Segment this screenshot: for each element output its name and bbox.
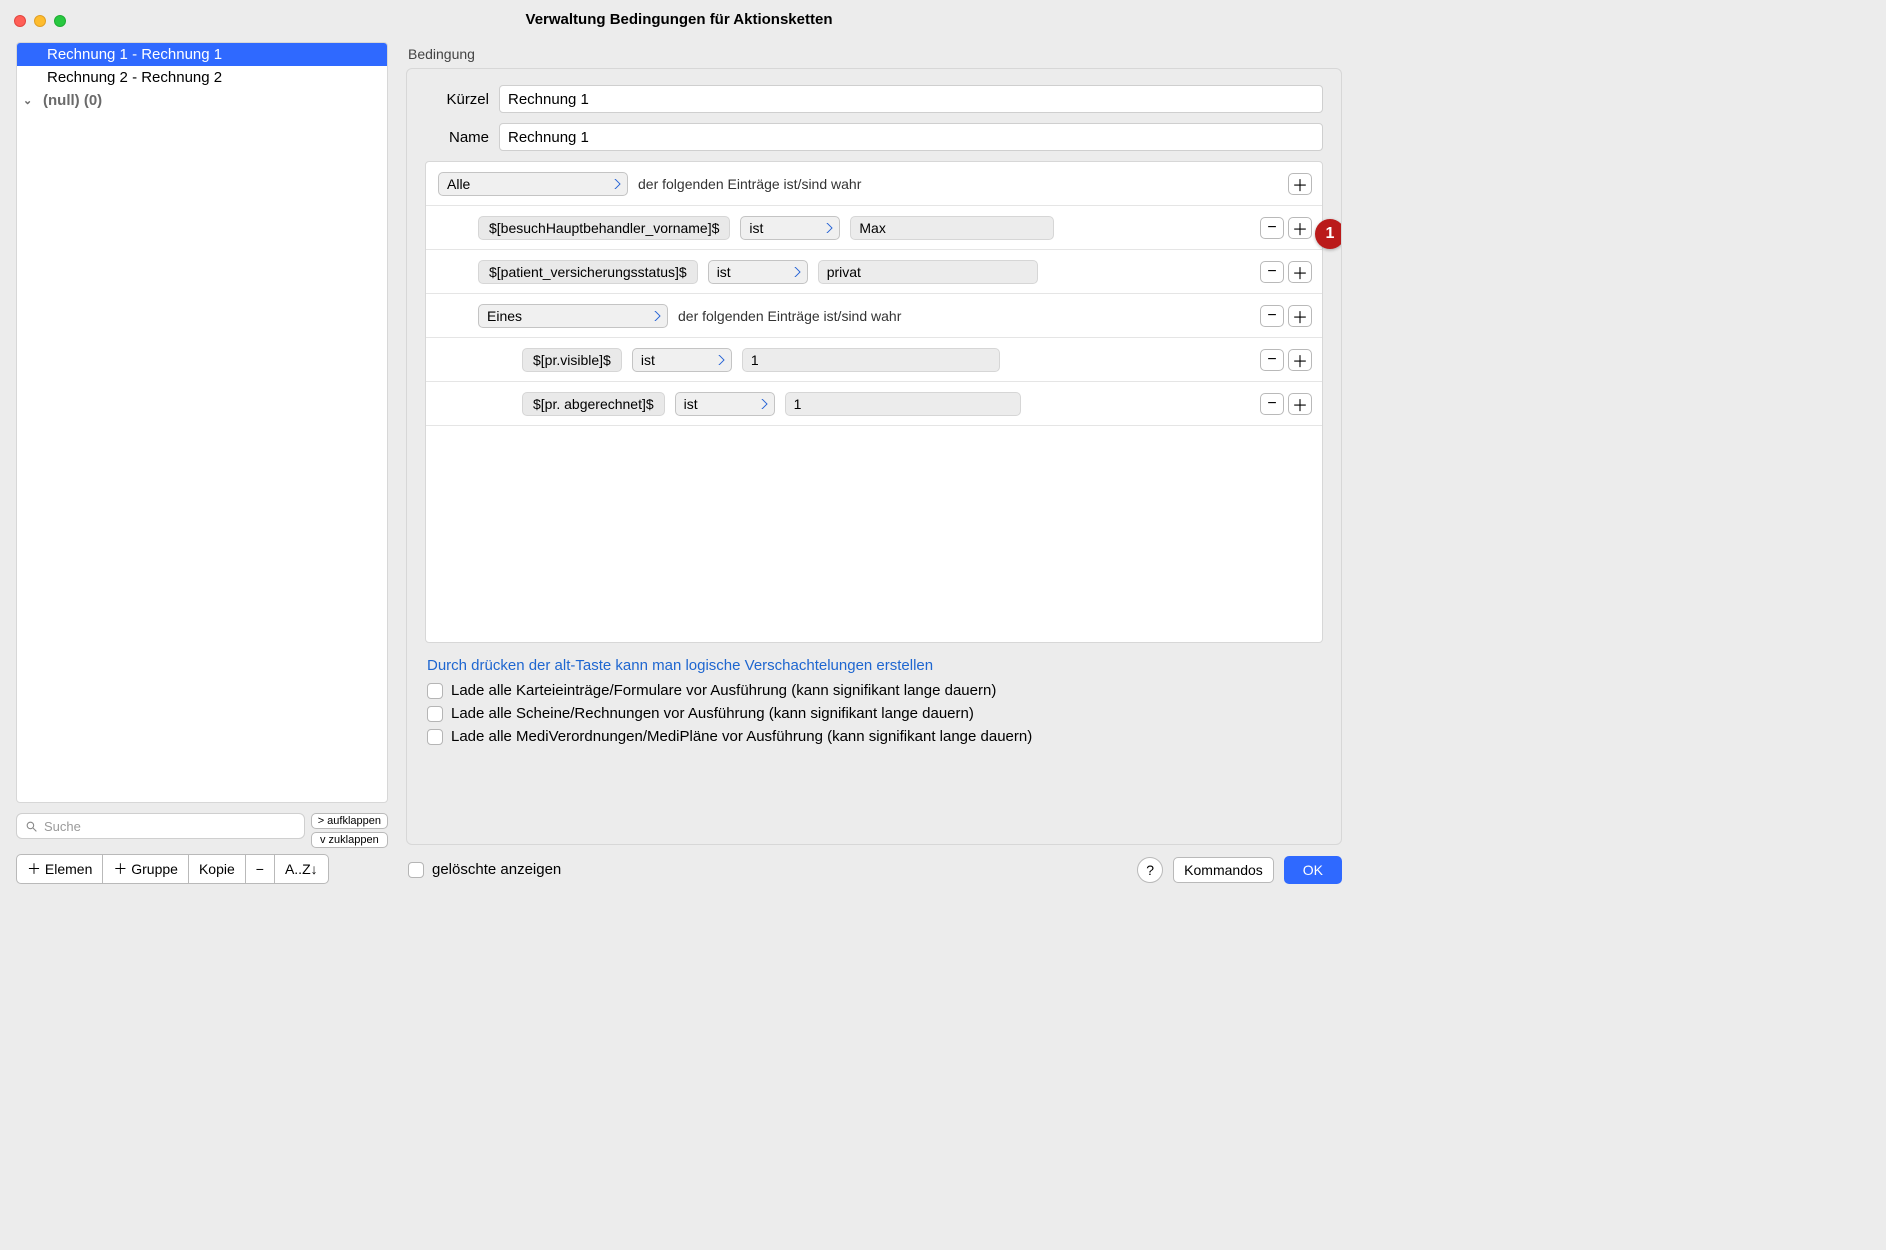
show-deleted-label: gelöschte anzeigen	[432, 861, 561, 878]
operator-select[interactable]: ist	[675, 392, 775, 416]
remove-row-button[interactable]: −	[1260, 305, 1284, 327]
kommandos-button[interactable]: Kommandos	[1173, 857, 1274, 883]
name-label: Name	[425, 129, 489, 146]
remove-row-button[interactable]: −	[1260, 261, 1284, 283]
group-text: der folgenden Einträge ist/sind wahr	[638, 176, 861, 192]
value-input[interactable]	[818, 260, 1038, 284]
field-token[interactable]: $[pr. abgerechnet]$	[522, 392, 665, 416]
option-checkbox[interactable]	[427, 729, 443, 745]
help-button[interactable]: ?	[1137, 857, 1163, 883]
add-group-button[interactable]: ＋ Gruppe	[103, 854, 189, 884]
list-item[interactable]: ⌄ (null) (0)	[17, 89, 387, 112]
option-checkbox[interactable]	[427, 683, 443, 699]
list-item-label: (null) (0)	[43, 92, 102, 109]
condition-group-row: Alle der folgenden Einträge ist/sind wahr…	[426, 162, 1322, 206]
remove-row-button[interactable]: −	[1260, 217, 1284, 239]
name-input[interactable]	[499, 123, 1323, 151]
field-token[interactable]: $[patient_versicherungsstatus]$	[478, 260, 698, 284]
copy-button[interactable]: Kopie	[189, 854, 246, 884]
list-item[interactable]: Rechnung 2 - Rechnung 2	[17, 66, 387, 89]
field-token[interactable]: $[besuchHauptbehandler_vorname]$	[478, 216, 730, 240]
condition-row: $[pr. abgerechnet]$ ist −＋	[426, 382, 1322, 426]
group-quantifier-select[interactable]: Eines	[478, 304, 668, 328]
list-item-label: Rechnung 2 - Rechnung 2	[47, 69, 222, 86]
notification-badge: 1	[1315, 219, 1342, 249]
list-item[interactable]: Rechnung 1 - Rechnung 1	[17, 43, 387, 66]
option-label: Lade alle Karteieinträge/Formulare vor A…	[451, 682, 996, 699]
expand-all-button[interactable]: > aufklappen	[311, 813, 388, 829]
hint-text: Durch drücken der alt-Taste kann man log…	[427, 657, 1321, 674]
condition-builder: Alle der folgenden Einträge ist/sind wahr…	[425, 161, 1323, 643]
add-row-button[interactable]: ＋	[1288, 261, 1312, 283]
search-placeholder: Suche	[44, 819, 81, 834]
option-row: Lade alle MediVerordnungen/MediPläne vor…	[427, 728, 1321, 745]
operator-select[interactable]: ist	[632, 348, 732, 372]
option-row: Lade alle Scheine/Rechnungen vor Ausführ…	[427, 705, 1321, 722]
add-row-button[interactable]: ＋	[1288, 173, 1312, 195]
operator-select[interactable]: ist	[708, 260, 808, 284]
kuerzel-input[interactable]	[499, 85, 1323, 113]
show-deleted-checkbox[interactable]	[408, 862, 424, 878]
option-label: Lade alle MediVerordnungen/MediPläne vor…	[451, 728, 1032, 745]
condition-group-row: Eines der folgenden Einträge ist/sind wah…	[426, 294, 1322, 338]
field-token[interactable]: $[pr.visible]$	[522, 348, 622, 372]
condition-row: $[besuchHauptbehandler_vorname]$ ist −＋	[426, 206, 1322, 250]
value-input[interactable]	[785, 392, 1022, 416]
option-checkbox[interactable]	[427, 706, 443, 722]
ok-button[interactable]: OK	[1284, 856, 1342, 884]
condition-row: $[patient_versicherungsstatus]$ ist −＋	[426, 250, 1322, 294]
add-row-button[interactable]: ＋	[1288, 393, 1312, 415]
remove-row-button[interactable]: −	[1260, 393, 1284, 415]
remove-row-button[interactable]: −	[1260, 349, 1284, 371]
add-element-button[interactable]: ＋ Elemen	[16, 854, 103, 884]
group-quantifier-select[interactable]: Alle	[438, 172, 628, 196]
value-input[interactable]	[850, 216, 1054, 240]
operator-select[interactable]: ist	[740, 216, 840, 240]
collapse-all-button[interactable]: v zuklappen	[311, 832, 388, 848]
add-row-button[interactable]: ＋	[1288, 349, 1312, 371]
add-row-button[interactable]: ＋	[1288, 217, 1312, 239]
sort-button[interactable]: A..Z↓	[275, 854, 329, 884]
chevron-down-icon[interactable]: ⌄	[23, 94, 39, 107]
search-icon	[25, 820, 38, 833]
group-text: der folgenden Einträge ist/sind wahr	[678, 308, 901, 324]
option-row: Lade alle Karteieinträge/Formulare vor A…	[427, 682, 1321, 699]
list-item-label: Rechnung 1 - Rechnung 1	[47, 46, 222, 63]
condition-row: $[pr.visible]$ ist −＋	[426, 338, 1322, 382]
value-input[interactable]	[742, 348, 1000, 372]
kuerzel-label: Kürzel	[425, 91, 489, 108]
option-label: Lade alle Scheine/Rechnungen vor Ausführ…	[451, 705, 974, 722]
remove-button[interactable]: −	[246, 854, 275, 884]
search-input[interactable]: Suche	[16, 813, 305, 839]
add-row-button[interactable]: ＋	[1288, 305, 1312, 327]
editor-pane: Bedingung 1 Kürzel Name Alle der folgende…	[406, 42, 1342, 884]
sidebar: Rechnung 1 - Rechnung 1 Rechnung 2 - Rech…	[16, 42, 388, 884]
window-title: Verwaltung Bedingungen für Aktionsketten	[0, 11, 1358, 28]
section-label: Bedingung	[408, 46, 1342, 62]
condition-list[interactable]: Rechnung 1 - Rechnung 1 Rechnung 2 - Rech…	[16, 42, 388, 803]
